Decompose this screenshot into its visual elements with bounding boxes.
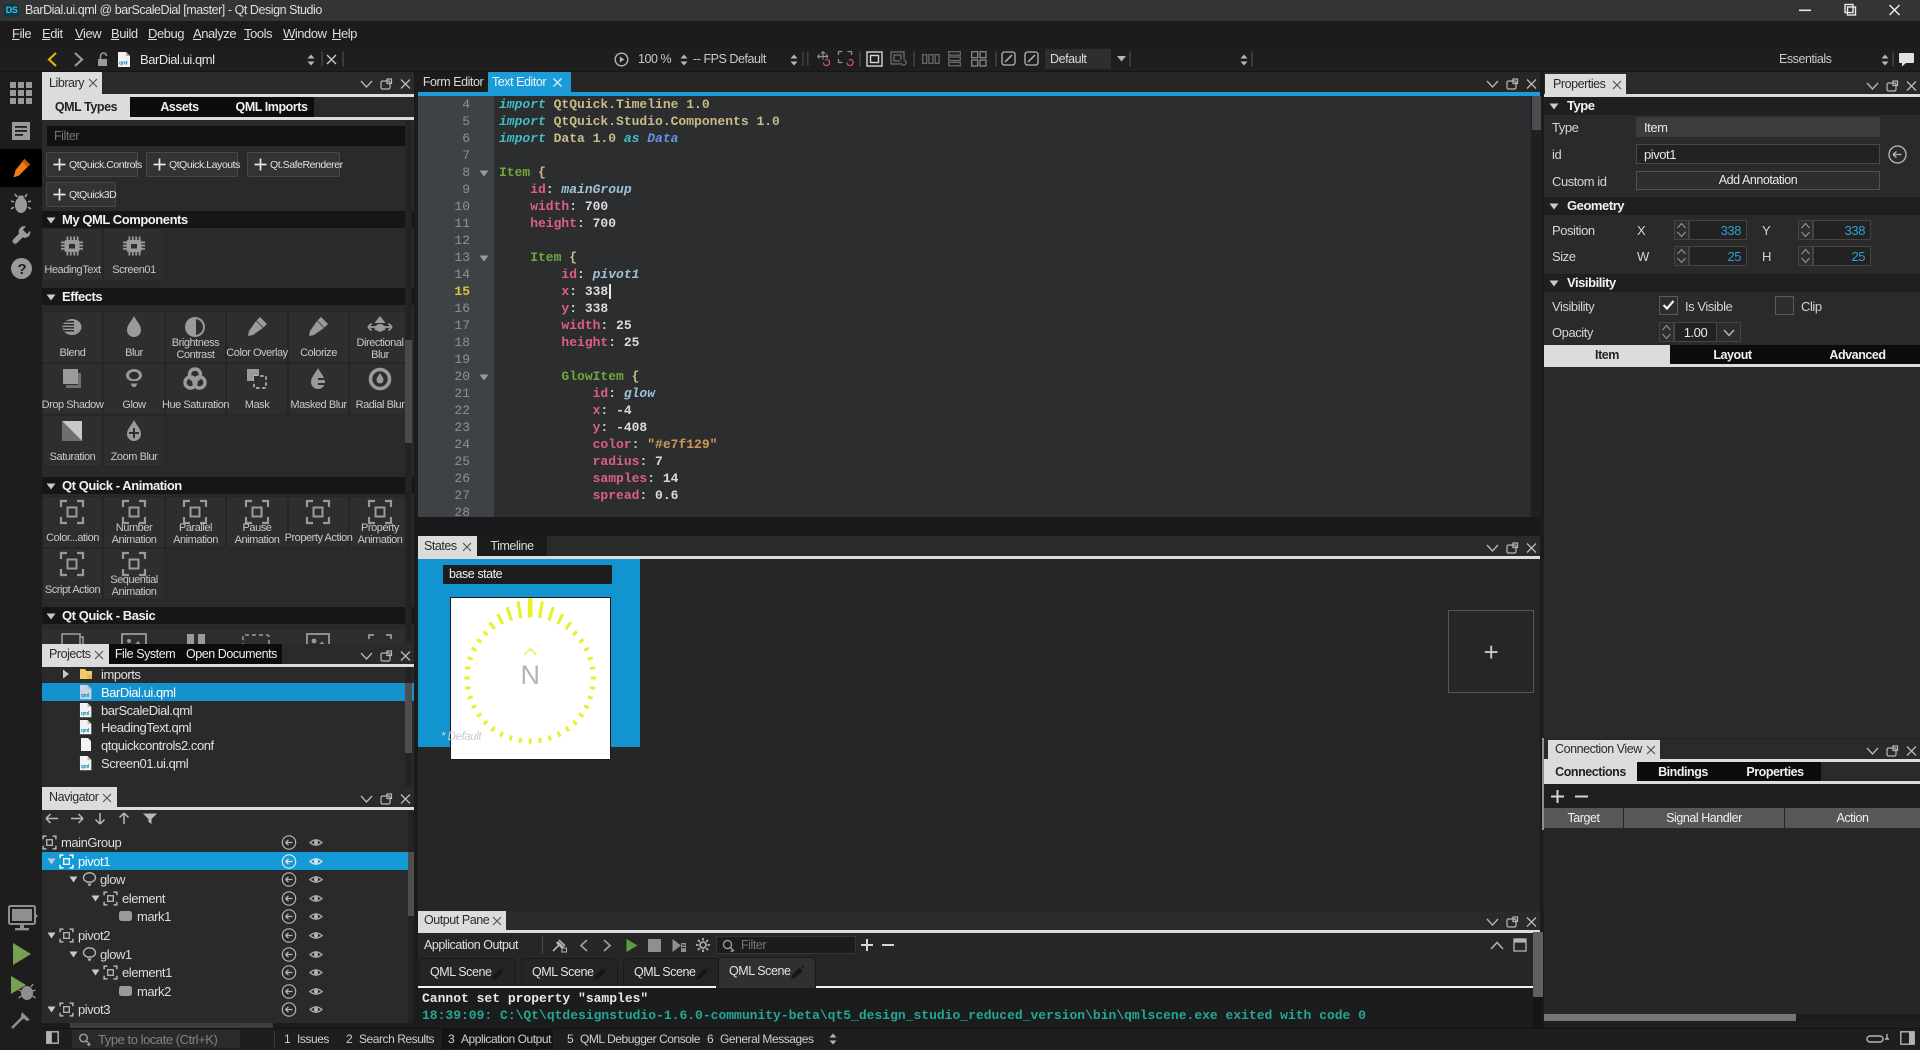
svg-text:qml: qml — [81, 728, 90, 734]
svg-text:qml: qml — [81, 693, 90, 699]
svg-text:qml: qml — [119, 61, 128, 67]
svg-text:?: ? — [18, 261, 27, 278]
svg-text:qml: qml — [81, 710, 90, 716]
svg-text:qml: qml — [81, 764, 90, 770]
